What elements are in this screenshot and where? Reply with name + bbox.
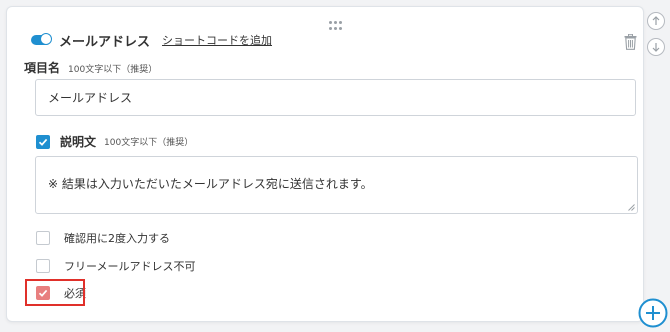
item-name-input[interactable]: メールアドレス [35, 79, 636, 116]
description-label-row: 説明文 100文字以下（推奨） [36, 133, 193, 150]
move-down-button[interactable] [647, 38, 665, 56]
item-name-label-row: 項目名 100文字以下（推奨） [24, 59, 157, 76]
move-up-button[interactable] [647, 12, 665, 30]
toggle-knob [40, 33, 52, 45]
field-title: メールアドレス [59, 34, 151, 50]
description-checkbox[interactable] [36, 134, 50, 149]
trash-icon[interactable] [624, 33, 637, 50]
field-enabled-toggle[interactable] [31, 33, 52, 45]
arrow-up-icon [652, 16, 660, 25]
resize-handle-icon[interactable] [628, 204, 635, 211]
add-shortcode-link[interactable]: ショートコードを追加 [162, 32, 272, 48]
add-field-button[interactable] [638, 298, 668, 328]
arrow-down-icon [652, 43, 660, 52]
highlight-annotation [25, 279, 85, 306]
no-free-email-label: フリーメールアドレス不可 [64, 260, 196, 273]
option-no-free-email[interactable]: フリーメールアドレス不可 [36, 258, 196, 274]
description-label: 説明文 [60, 135, 97, 149]
item-name-hint: 100文字以下（推奨） [68, 65, 158, 75]
plus-circle-icon [638, 298, 668, 328]
field-header: メールアドレス ショートコードを追加 [31, 29, 272, 51]
description-textarea[interactable]: ※ 結果は入力いただいたメールアドレス宛に送信されます。 [35, 156, 638, 214]
item-name-label: 項目名 [24, 61, 61, 75]
no-free-email-checkbox[interactable] [36, 259, 50, 273]
drag-handle-icon[interactable] [329, 21, 343, 31]
double-entry-label: 確認用に2度入力する [64, 232, 170, 245]
option-double-entry[interactable]: 確認用に2度入力する [36, 230, 170, 246]
description-hint: 100文字以下（推奨） [104, 138, 194, 148]
description-text: ※ 結果は入力いただいたメールアドレス宛に送信されます。 [48, 177, 373, 191]
double-entry-checkbox[interactable] [36, 231, 50, 245]
check-icon [38, 138, 48, 146]
